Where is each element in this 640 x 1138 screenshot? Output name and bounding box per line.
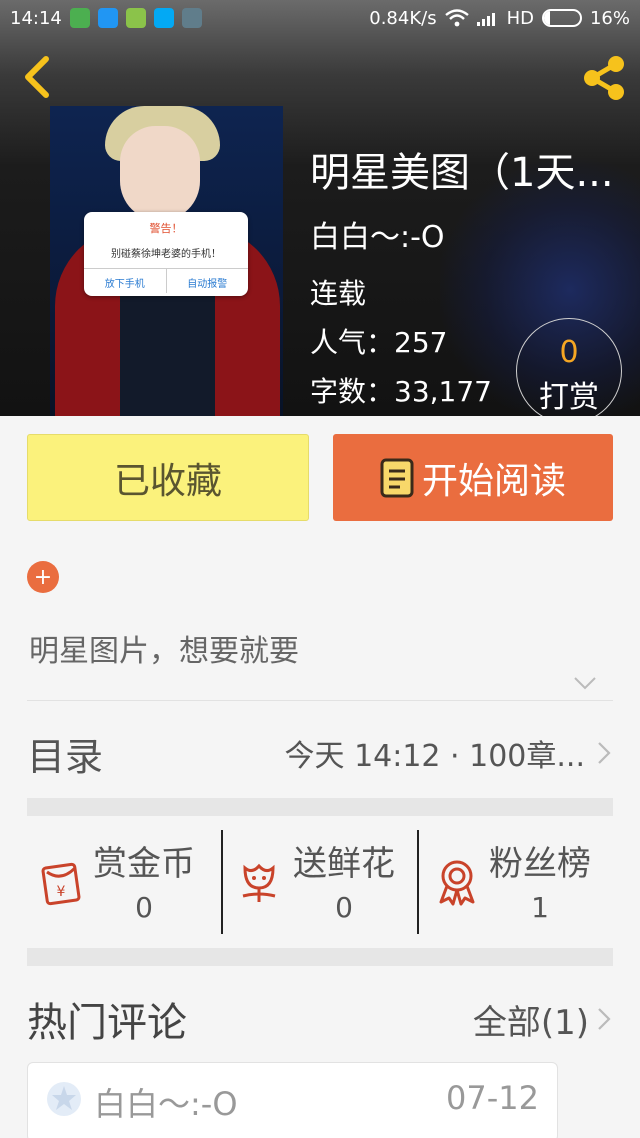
battery-level bbox=[543, 11, 550, 25]
stat-value: 0 bbox=[335, 891, 353, 924]
table-of-contents-row[interactable]: 目录 今天 14:12 · 100章... bbox=[27, 712, 613, 794]
chevron-right-icon[interactable] bbox=[595, 1006, 613, 1032]
share-button[interactable] bbox=[578, 52, 630, 104]
network-type: HD bbox=[506, 7, 534, 29]
stat-flowers[interactable]: 送鲜花 0 bbox=[221, 830, 417, 934]
chevron-left-icon bbox=[25, 56, 49, 98]
share-icon bbox=[584, 56, 624, 100]
medal-icon bbox=[439, 860, 475, 906]
cover-warning-message: 别碰蔡徐坤老婆的手机！ bbox=[84, 236, 248, 269]
back-button[interactable] bbox=[14, 52, 60, 102]
toc-label: 目录 bbox=[27, 734, 104, 779]
book-title: 明星美图（1天... bbox=[310, 150, 614, 196]
comment-date: 07-12 bbox=[446, 1079, 539, 1117]
svg-text:¥: ¥ bbox=[57, 884, 66, 900]
book-popularity: 人气：257 bbox=[310, 326, 448, 359]
stat-label: 送鲜花 bbox=[293, 844, 395, 884]
book-status: 连载 bbox=[310, 277, 367, 310]
comment-card[interactable]: 白白～:-O 07-12 bbox=[27, 1062, 558, 1138]
stat-value: 0 bbox=[135, 891, 153, 924]
divider bbox=[27, 700, 613, 701]
section-divider bbox=[27, 948, 613, 966]
book-header: 警告！ 别碰蔡徐坤老婆的手机！ 放下手机 自动报警 明星美图（1天... 白白～… bbox=[0, 0, 640, 416]
stat-label: 赏金币 bbox=[93, 844, 195, 884]
book-description: 明星图片，想要就要 bbox=[29, 634, 299, 669]
stat-value: 1 bbox=[531, 891, 549, 924]
collect-label: 已收藏 bbox=[113, 460, 222, 502]
chevron-right-icon bbox=[598, 742, 611, 764]
add-tag-button[interactable]: + bbox=[27, 561, 59, 593]
notification-app-icon bbox=[97, 8, 118, 28]
cover-warning-right: 自动报警 bbox=[187, 279, 228, 290]
signal-icon bbox=[476, 13, 495, 26]
network-speed: 0.84K/s bbox=[369, 7, 437, 29]
stats-row: ¥ 赏金币 0 送鲜花 0 粉丝榜 1 bbox=[27, 830, 613, 934]
cover-warning-title: 警告！ bbox=[149, 222, 183, 235]
stat-label: 粉丝榜 bbox=[489, 844, 591, 884]
comment-username[interactable]: 白白～:-O bbox=[94, 1079, 238, 1125]
book-icon bbox=[380, 458, 414, 497]
reward-label: 打赏 bbox=[539, 380, 599, 415]
avatar-icon bbox=[47, 1082, 81, 1116]
status-bar: 14:14 0.84K/s HD 16% bbox=[0, 0, 640, 36]
all-comments-link[interactable]: 全部(1) bbox=[473, 995, 589, 1044]
battery-percent: 16% bbox=[589, 7, 630, 29]
book-cover: 警告！ 别碰蔡徐坤老婆的手机！ 放下手机 自动报警 bbox=[50, 106, 283, 416]
notification-app-icon bbox=[69, 8, 90, 28]
book-word-count: 字数：33,177 bbox=[310, 375, 492, 408]
stat-fans[interactable]: 粉丝榜 1 bbox=[417, 830, 613, 934]
chevron-down-icon[interactable] bbox=[572, 673, 598, 693]
hot-comments-header: 热门评论 全部(1) bbox=[27, 988, 613, 1050]
reward-count: 0 bbox=[559, 335, 579, 370]
cover-warning-left: 放下手机 bbox=[84, 269, 167, 293]
notification-app-icon bbox=[125, 8, 146, 28]
hot-comments-title: 热门评论 bbox=[27, 1000, 187, 1046]
notification-app-icon bbox=[153, 8, 174, 28]
flower-icon bbox=[242, 863, 276, 902]
notification-app-icon bbox=[181, 8, 202, 28]
status-time: 14:14 bbox=[10, 7, 62, 29]
start-reading-button[interactable]: 开始阅读 bbox=[333, 434, 613, 521]
collect-button[interactable]: 已收藏 bbox=[27, 434, 309, 521]
reward-button[interactable]: 0 打赏 bbox=[516, 318, 622, 416]
wifi-icon bbox=[444, 9, 469, 27]
toc-latest-update: 今天 14:12 · 100章... bbox=[284, 739, 585, 774]
start-reading-label: 开始阅读 bbox=[421, 460, 566, 502]
cover-warning-dialog: 警告！ 别碰蔡徐坤老婆的手机！ 放下手机 自动报警 bbox=[84, 212, 248, 296]
battery-icon bbox=[541, 9, 582, 27]
red-envelope-icon: ¥ bbox=[41, 862, 81, 906]
book-author[interactable]: 白白～:-O bbox=[310, 212, 445, 256]
stat-coins[interactable]: ¥ 赏金币 0 bbox=[27, 830, 221, 934]
cover-face bbox=[120, 126, 200, 221]
section-divider bbox=[27, 798, 613, 816]
